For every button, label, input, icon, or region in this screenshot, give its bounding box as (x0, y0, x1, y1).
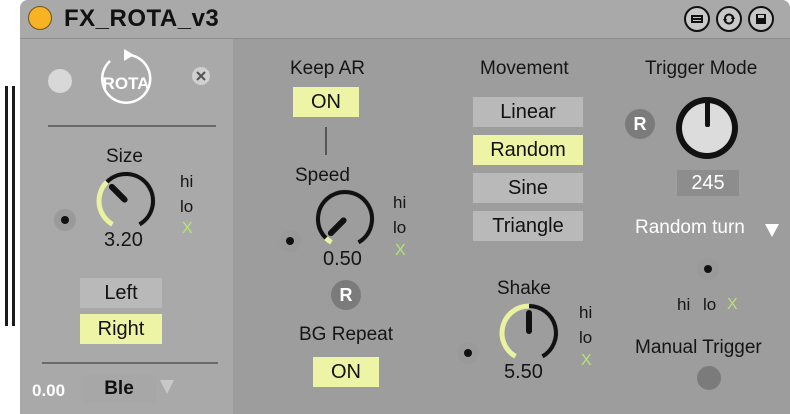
trigger-lo-label[interactable]: lo (703, 295, 716, 315)
bg-repeat-button[interactable]: ON (313, 357, 379, 387)
movement-sine-button[interactable]: Sine (473, 173, 583, 203)
trigger-mode-label: Trigger Mode (645, 58, 758, 79)
shake-x-toggle[interactable]: X (581, 352, 592, 370)
trigger-x-toggle[interactable]: X (727, 296, 738, 314)
link-line (325, 127, 327, 155)
size-x-toggle[interactable]: X (182, 220, 193, 238)
main-panel: Keep AR ON Speed 0.50 hi lo X R BG Repea… (233, 39, 790, 414)
device-activator[interactable] (28, 6, 52, 30)
device-title: FX_ROTA_v3 (64, 5, 220, 32)
shake-lo-label[interactable]: lo (579, 328, 592, 348)
trigger-modulation-dot[interactable] (697, 258, 719, 280)
size-lo-label[interactable]: lo (180, 197, 193, 217)
shake-knob[interactable] (495, 299, 563, 367)
save-icon[interactable] (748, 6, 774, 32)
size-knob[interactable] (92, 167, 160, 235)
speed-lo-label[interactable]: lo (393, 218, 406, 238)
bottom-value[interactable]: 0.00 (32, 381, 65, 401)
chevron-down-icon[interactable] (765, 224, 779, 237)
movement-random-button[interactable]: Random (473, 135, 583, 165)
shake-label: Shake (497, 278, 551, 299)
size-knob-ring (105, 171, 155, 227)
device: FX_ROTA_v3 ROTA Size 3.20 hi lo X Left R… (20, 0, 790, 414)
speed-reset-button[interactable]: R (331, 280, 361, 310)
manual-trigger-label: Manual Trigger (635, 337, 762, 358)
speed-label: Speed (295, 165, 350, 186)
speed-x-toggle[interactable]: X (395, 242, 406, 260)
speed-knob-arc (324, 236, 333, 245)
size-knob-needle (108, 183, 128, 203)
speed-modulation-dot[interactable] (279, 230, 301, 252)
shake-knob-arc (499, 303, 530, 359)
direction-right-button[interactable]: Right (80, 314, 162, 344)
manual-trigger-button[interactable] (697, 366, 721, 390)
divider (48, 125, 216, 127)
logo-text: ROTA (103, 74, 150, 93)
edge-bar (5, 86, 8, 326)
speed-knob[interactable] (311, 185, 379, 253)
trigger-knob-face (682, 101, 732, 153)
trigger-reset-button[interactable]: R (625, 109, 655, 139)
divider (42, 362, 218, 364)
trigger-value[interactable]: 245 (677, 170, 739, 196)
speed-knob-needle (327, 217, 347, 237)
trigger-hi-label[interactable]: hi (677, 295, 690, 315)
refresh-icon[interactable] (716, 6, 742, 32)
left-panel: ROTA Size 3.20 hi lo X Left Right 0.00 B… (20, 39, 233, 414)
keep-ar-button[interactable]: ON (293, 87, 359, 117)
title-bar: FX_ROTA_v3 (20, 0, 790, 39)
trigger-mode-select[interactable]: Random turn (635, 217, 745, 239)
blend-select[interactable]: Ble (82, 375, 156, 403)
bg-repeat-label: BG Repeat (299, 324, 393, 345)
chevron-down-icon[interactable] (160, 380, 174, 394)
shake-hi-label[interactable]: hi (579, 303, 592, 323)
close-icon[interactable] (192, 67, 210, 85)
hot-swap-icon[interactable] (684, 6, 710, 32)
size-hi-label[interactable]: hi (180, 172, 193, 192)
size-value: 3.20 (104, 229, 143, 251)
keep-ar-label: Keep AR (290, 58, 365, 79)
edge-bar (12, 86, 15, 326)
movement-triangle-button[interactable]: Triangle (473, 211, 583, 241)
speed-value: 0.50 (323, 248, 362, 270)
speed-hi-label[interactable]: hi (393, 193, 406, 213)
size-modulation-dot[interactable] (54, 209, 76, 231)
rota-logo: ROTA (94, 47, 158, 111)
movement-linear-button[interactable]: Linear (473, 97, 583, 127)
movement-label: Movement (480, 58, 569, 79)
trigger-knob[interactable] (676, 97, 738, 159)
size-label: Size (106, 146, 143, 167)
shake-value: 5.50 (504, 361, 543, 383)
shake-knob-ring (528, 304, 558, 359)
status-led (48, 69, 72, 93)
shake-modulation-dot[interactable] (457, 342, 479, 364)
trigger-knob-needle (705, 101, 710, 127)
direction-left-button[interactable]: Left (80, 278, 162, 308)
